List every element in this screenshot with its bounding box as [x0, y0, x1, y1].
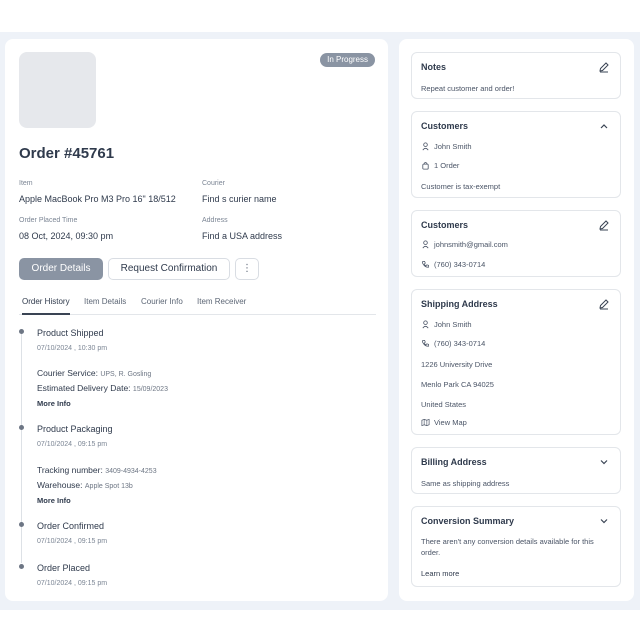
- order-card: In Progress Order #45761 Item Apple MacB…: [5, 39, 388, 601]
- chevron-down-icon[interactable]: [598, 515, 610, 527]
- tab-bar: Order History Item Details Courier Info …: [19, 295, 376, 315]
- page-title: Order #45761: [19, 145, 115, 162]
- more-info-link[interactable]: More Info: [37, 496, 71, 505]
- status-badge: In Progress: [320, 53, 375, 67]
- detail-label: Courier Service:: [37, 368, 98, 378]
- timeline-title: Product Shipped: [37, 328, 104, 338]
- billing-card: Billing Address Same as shipping address: [411, 447, 621, 494]
- bag-icon: [422, 162, 429, 170]
- shipping-title: Shipping Address: [421, 299, 498, 309]
- timeline-line: [21, 333, 22, 563]
- order-details-button[interactable]: Order Details: [19, 258, 103, 280]
- view-map-link[interactable]: View Map: [421, 418, 467, 427]
- timeline-detail: Tracking number: 3409-4934-4253: [37, 465, 157, 475]
- timeline-time: 07/10/2024 , 09:15 pm: [37, 538, 108, 545]
- customer-orders-row: 1 Order: [421, 161, 459, 170]
- sidebar-panel: Notes Repeat customer and order! Custome…: [399, 39, 634, 601]
- timeline-dot: [19, 564, 24, 569]
- phone-icon: [421, 260, 430, 268]
- item-value: Apple MacBook Pro M3 Pro 16" 18/512: [19, 194, 176, 204]
- contact-phone-row: (760) 343-0714: [421, 260, 485, 269]
- shipping-card: Shipping Address John Smith (760) 343-07…: [411, 289, 621, 435]
- customer-name-row: John Smith: [421, 142, 472, 151]
- customer-name[interactable]: John Smith: [434, 142, 472, 151]
- shipping-phone: (760) 343-0714: [434, 339, 486, 348]
- learn-more-link[interactable]: Learn more: [421, 569, 459, 578]
- customers-card: Customers John Smith 1 Order Customer is…: [411, 111, 621, 198]
- notes-text: Repeat customer and order!: [421, 84, 515, 93]
- conversion-title: Conversion Summary: [421, 516, 515, 526]
- placed-label: Order Placed Time: [19, 217, 78, 224]
- shipping-name-row: John Smith: [421, 320, 472, 329]
- item-label: Item: [19, 180, 33, 187]
- timeline-dot: [19, 425, 24, 430]
- detail-value: 3409-4934-4253: [105, 468, 157, 475]
- customer-tax: Customer is tax-exempt: [421, 182, 501, 191]
- contact-phone[interactable]: (760) 343-0714: [434, 260, 485, 269]
- detail-value: UPS, R. Gosling: [100, 371, 152, 378]
- placed-value: 08 Oct, 2024, 09:30 pm: [19, 231, 114, 241]
- billing-title: Billing Address: [421, 457, 487, 467]
- detail-label: Estimated Delivery Date:: [37, 383, 131, 393]
- courier-value: Find s curier name: [202, 194, 277, 204]
- timeline-time: 07/10/2024 , 09:15 pm: [37, 441, 108, 448]
- contact-card: Customers johnsmith@gmail.com (760) 343-…: [411, 210, 621, 277]
- map-icon: [421, 418, 430, 427]
- billing-text: Same as shipping address: [421, 479, 510, 488]
- tab-item-details[interactable]: Item Details: [84, 297, 126, 315]
- timeline-title: Order Confirmed: [37, 521, 105, 531]
- tab-courier-info[interactable]: Courier Info: [141, 297, 183, 315]
- detail-value: Apple Spot 13b: [84, 483, 133, 490]
- request-confirmation-button[interactable]: Request Confirmation: [108, 258, 230, 280]
- contact-email[interactable]: johnsmith@gmail.com: [434, 240, 508, 249]
- timeline-time: 07/10/2024 , 09:15 pm: [37, 580, 108, 587]
- detail-label: Tracking number:: [37, 465, 103, 475]
- shipping-city: Menlo Park CA 94025: [421, 380, 494, 389]
- more-info-link[interactable]: More Info: [37, 399, 71, 408]
- view-map-label[interactable]: View Map: [434, 418, 467, 427]
- timeline-time: 07/10/2024 , 10:30 pm: [37, 345, 108, 352]
- notes-card: Notes Repeat customer and order!: [411, 52, 621, 99]
- shipping-name: John Smith: [434, 320, 472, 329]
- tab-item-receiver[interactable]: Item Receiver: [197, 297, 246, 315]
- timeline-detail: Courier Service: UPS, R. Gosling: [37, 368, 151, 378]
- timeline-detail: Estimated Delivery Date: 15/09/2023: [37, 383, 168, 393]
- customers-title: Customers: [421, 121, 469, 131]
- contact-email-row: johnsmith@gmail.com: [421, 240, 508, 249]
- chevron-down-icon[interactable]: [598, 456, 610, 468]
- more-options-button[interactable]: ⋮: [235, 258, 259, 280]
- timeline-title: Product Packaging: [37, 424, 113, 434]
- timeline-dot: [19, 522, 24, 527]
- detail-label: Warehouse:: [37, 480, 83, 490]
- address-value: Find a USA address: [202, 231, 283, 241]
- product-thumbnail: [19, 52, 96, 128]
- conversion-card: Conversion Summary There aren't any conv…: [411, 506, 621, 587]
- chevron-up-icon[interactable]: [598, 120, 610, 132]
- user-icon: [422, 240, 429, 249]
- address-label: Address: [202, 217, 228, 224]
- shipping-phone-row: (760) 343-0714: [421, 339, 485, 348]
- edit-icon[interactable]: [598, 61, 610, 73]
- notes-title: Notes: [421, 62, 447, 72]
- contact-title: Customers: [421, 220, 469, 230]
- shipping-street: 1226 University Drive: [421, 360, 493, 369]
- conversion-text: There aren't any conversion details avai…: [421, 537, 594, 557]
- courier-label: Courier: [202, 180, 225, 187]
- user-icon: [422, 142, 429, 151]
- edit-icon[interactable]: [598, 219, 610, 231]
- timeline-title: Order Placed: [37, 563, 91, 573]
- edit-icon[interactable]: [598, 298, 610, 310]
- detail-value: 15/09/2023: [132, 386, 168, 393]
- timeline-detail: Warehouse: Apple Spot 13b: [37, 480, 133, 490]
- tab-order-history[interactable]: Order History: [22, 297, 70, 315]
- customer-orders[interactable]: 1 Order: [434, 161, 459, 170]
- timeline-dot: [19, 329, 24, 334]
- shipping-country: United States: [421, 400, 467, 409]
- phone-icon: [421, 339, 430, 347]
- user-icon: [422, 320, 429, 329]
